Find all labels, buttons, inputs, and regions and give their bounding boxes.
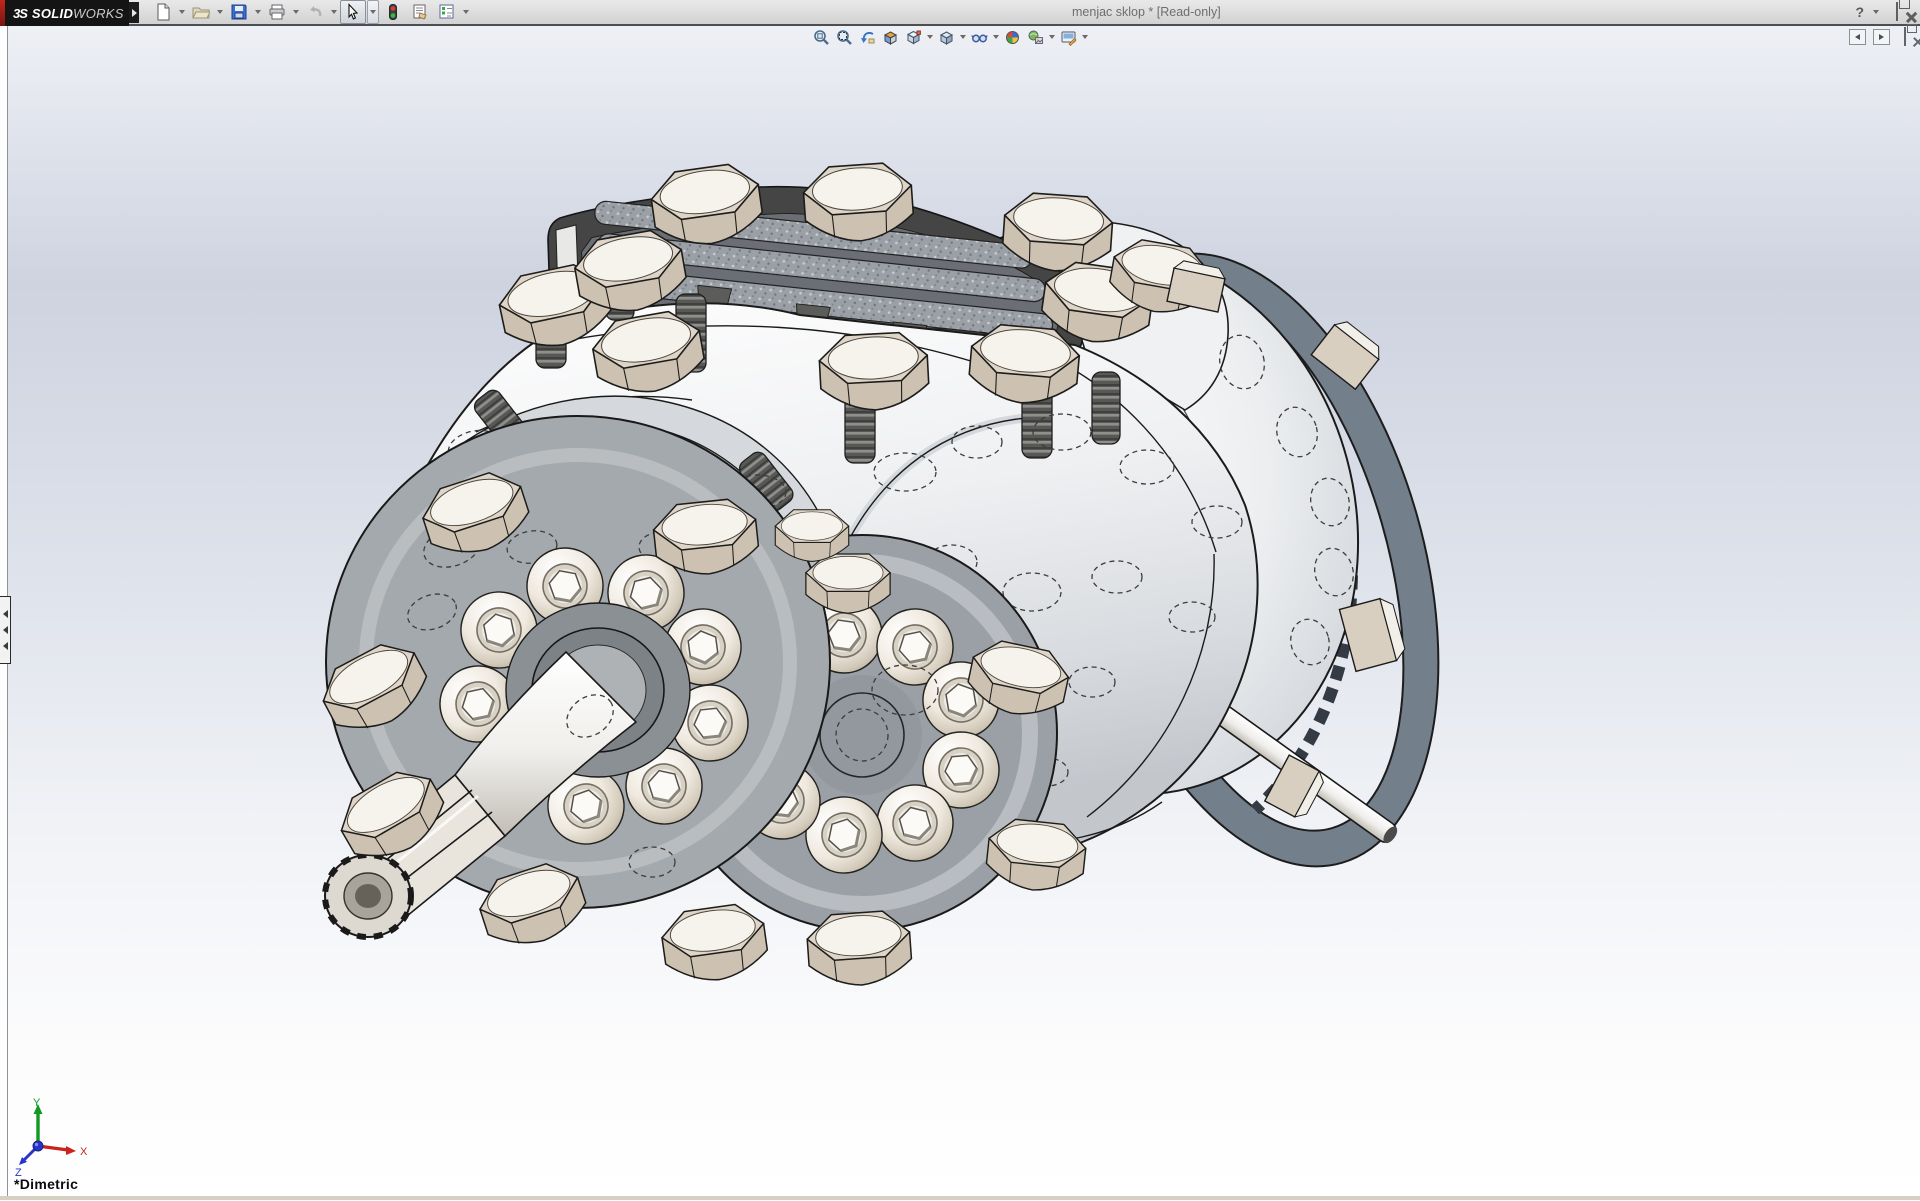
select-cursor-icon [344,3,362,21]
doc-restore-icon [1904,27,1906,46]
open-dropdown[interactable] [215,1,225,23]
new-document-icon [154,3,172,21]
standard-toolbar [150,0,471,24]
solidworks-logo[interactable]: 3S SOLIDWORKS [5,0,129,26]
undo-button[interactable] [302,0,328,24]
apply-scene-icon [1027,29,1044,46]
triad-y-label: Y [33,1097,41,1109]
hide-show-items-icon [971,29,988,46]
apply-scene-dropdown[interactable] [1047,27,1056,47]
zoom-to-area-button[interactable] [833,27,855,47]
titlebar: 3S SOLIDWORKS [0,0,1920,26]
section-view-button[interactable] [879,27,901,47]
view-orientation-dropdown[interactable] [925,27,934,47]
view-settings-icon [1060,29,1077,46]
view-orientation-button[interactable] [902,27,924,47]
pane-next-icon [1879,34,1884,40]
gearbox-model[interactable] [8,26,1920,1196]
select-dropdown[interactable] [367,0,379,24]
options-button[interactable] [434,0,460,24]
collapse-arrow-icon [3,626,8,634]
brand-glyph: 3S [13,6,27,21]
options-dropdown[interactable] [461,1,471,23]
display-style-icon [938,29,955,46]
open-button[interactable] [188,0,214,24]
brand-light: WORKS [73,6,124,21]
file-properties-icon [411,3,429,21]
pane-previous-button[interactable] [1849,29,1866,45]
view-orientation-icon [905,29,922,46]
new-button[interactable] [150,0,176,24]
view-settings-dropdown[interactable] [1080,27,1089,47]
previous-view-button[interactable] [856,27,878,47]
file-properties-button[interactable] [407,0,433,24]
brand-bold: SOLID [32,6,73,21]
print-dropdown[interactable] [291,1,301,23]
previous-view-icon [859,29,876,46]
display-style-dropdown[interactable] [958,27,967,47]
document-window-controls [1849,28,1913,46]
view-settings-button[interactable] [1057,27,1079,47]
zoom-to-fit-icon [813,29,830,46]
display-style-button[interactable] [935,27,957,47]
triad-x-label: X [80,1146,88,1158]
reference-triad: Y X Z [8,1096,108,1180]
collapse-arrow-icon [3,642,8,650]
flyout-arrow-icon [132,9,137,17]
save-floppy-icon [230,3,248,21]
collapse-arrow-icon [3,610,8,618]
graphics-viewport[interactable] [8,26,1920,1196]
print-icon [268,3,286,21]
section-view-icon [882,29,899,46]
undo-dropdown[interactable] [329,1,339,23]
options-checklist-icon [438,3,456,21]
restore-button[interactable] [1896,3,1898,21]
rebuild-traffic-light-icon [384,3,402,21]
window-title: menjac sklop * [Read-only] [1072,5,1221,19]
bottom-screen-strip [0,1196,1920,1200]
select-button[interactable] [340,0,366,24]
save-dropdown[interactable] [253,1,263,23]
edit-appearance-button[interactable] [1001,27,1023,47]
hide-show-items-dropdown[interactable] [991,27,1000,47]
window-controls: ? [1855,2,1906,22]
apply-scene-button[interactable] [1024,27,1046,47]
pane-next-button[interactable] [1873,29,1890,45]
hide-show-items-button[interactable] [968,27,990,47]
zoom-to-area-icon [836,29,853,46]
restore-icon [1896,2,1898,21]
help-dropdown[interactable] [1872,1,1880,23]
rebuild-button[interactable] [380,0,406,24]
headsup-view-toolbar [810,27,1089,47]
open-folder-icon [192,3,210,21]
menu-flyout-arrow[interactable] [129,2,139,23]
new-dropdown[interactable] [177,1,187,23]
doc-restore-button[interactable] [1904,28,1906,46]
undo-icon [306,3,324,21]
zoom-to-fit-button[interactable] [810,27,832,47]
save-button[interactable] [226,0,252,24]
view-orientation-name: *Dimetric [14,1176,78,1192]
edit-appearance-icon [1004,29,1021,46]
print-button[interactable] [264,0,290,24]
feature-manager-collapsed-tab[interactable] [0,596,11,664]
pane-previous-icon [1855,34,1860,40]
help-button[interactable]: ? [1855,4,1864,20]
